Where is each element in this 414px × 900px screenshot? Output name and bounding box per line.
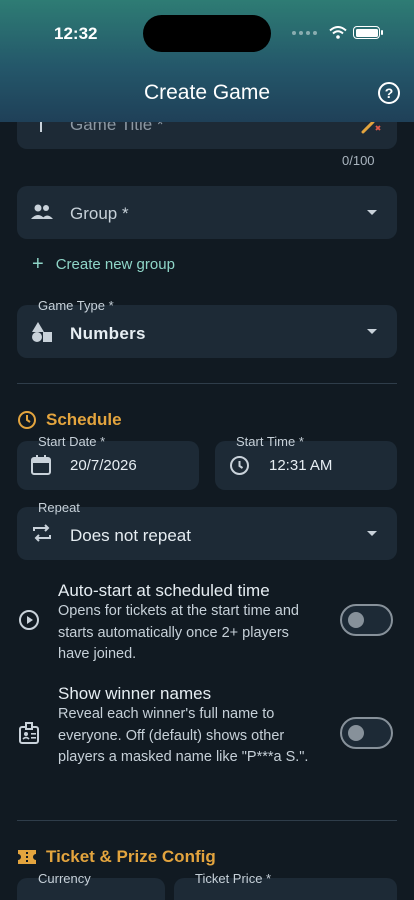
game-type-label: Game Type * <box>38 298 114 313</box>
ticket-price-label: Ticket Price * <box>195 871 272 886</box>
calendar-icon <box>31 455 51 475</box>
game-type-value: Numbers <box>70 324 146 343</box>
signal-icon <box>292 30 317 35</box>
divider <box>17 383 397 384</box>
divider <box>17 820 397 821</box>
toggle-thumb <box>348 725 364 741</box>
group-dropdown[interactable]: Group * <box>17 186 397 239</box>
app-bar: 12:32 Create Game ? <box>0 0 414 122</box>
battery-icon <box>353 26 383 39</box>
chevron-down-icon <box>367 329 377 334</box>
people-icon <box>31 204 53 219</box>
clock-icon <box>18 411 36 429</box>
chevron-down-icon <box>367 531 377 536</box>
chevron-down-icon <box>367 210 377 215</box>
auto-start-title: Auto-start at scheduled time <box>58 581 270 600</box>
start-date-value: 20/7/2026 <box>70 457 137 474</box>
winner-names-description: Reveal each winner's full name to everyo… <box>58 706 309 765</box>
auto-start-toggle[interactable] <box>340 604 393 636</box>
start-date-label: Start Date * <box>38 434 106 449</box>
ticket-prize-section-title: Ticket & Prize Config <box>17 847 216 867</box>
wifi-icon <box>329 26 347 39</box>
shapes-icon <box>32 322 52 342</box>
repeat-value: Does not repeat <box>70 526 191 545</box>
ticket-icon <box>18 850 36 864</box>
schedule-section-title: Schedule <box>17 410 122 430</box>
status-time: 12:32 <box>54 24 98 43</box>
schedule-title: Schedule <box>46 410 122 429</box>
ticket-prize-title: Ticket & Prize Config <box>46 847 216 866</box>
create-new-group-link[interactable]: + Create new group <box>32 253 175 275</box>
group-label: Group * <box>70 204 129 223</box>
winner-names-toggle[interactable] <box>340 717 393 749</box>
repeat-icon <box>33 524 51 542</box>
badge-icon <box>19 722 39 744</box>
plus-icon: + <box>32 253 44 275</box>
help-circle-icon[interactable]: ? <box>378 82 400 104</box>
repeat-label: Repeat <box>38 500 80 515</box>
status-icons <box>292 26 383 39</box>
play-circle-icon <box>19 610 39 630</box>
currency-label: Currency <box>38 871 91 886</box>
title-char-counter: 0/100 <box>342 153 375 168</box>
clock-icon <box>230 456 249 475</box>
start-time-label: Start Time * <box>236 434 304 449</box>
create-group-label: Create new group <box>55 255 175 273</box>
start-time-value: 12:31 AM <box>269 457 333 474</box>
page-title: Create Game <box>143 81 271 104</box>
winner-names-title: Show winner names <box>58 684 212 703</box>
dynamic-island <box>143 15 271 52</box>
auto-start-description: Opens for tickets at the start time and … <box>58 603 299 662</box>
toggle-thumb <box>348 612 364 628</box>
